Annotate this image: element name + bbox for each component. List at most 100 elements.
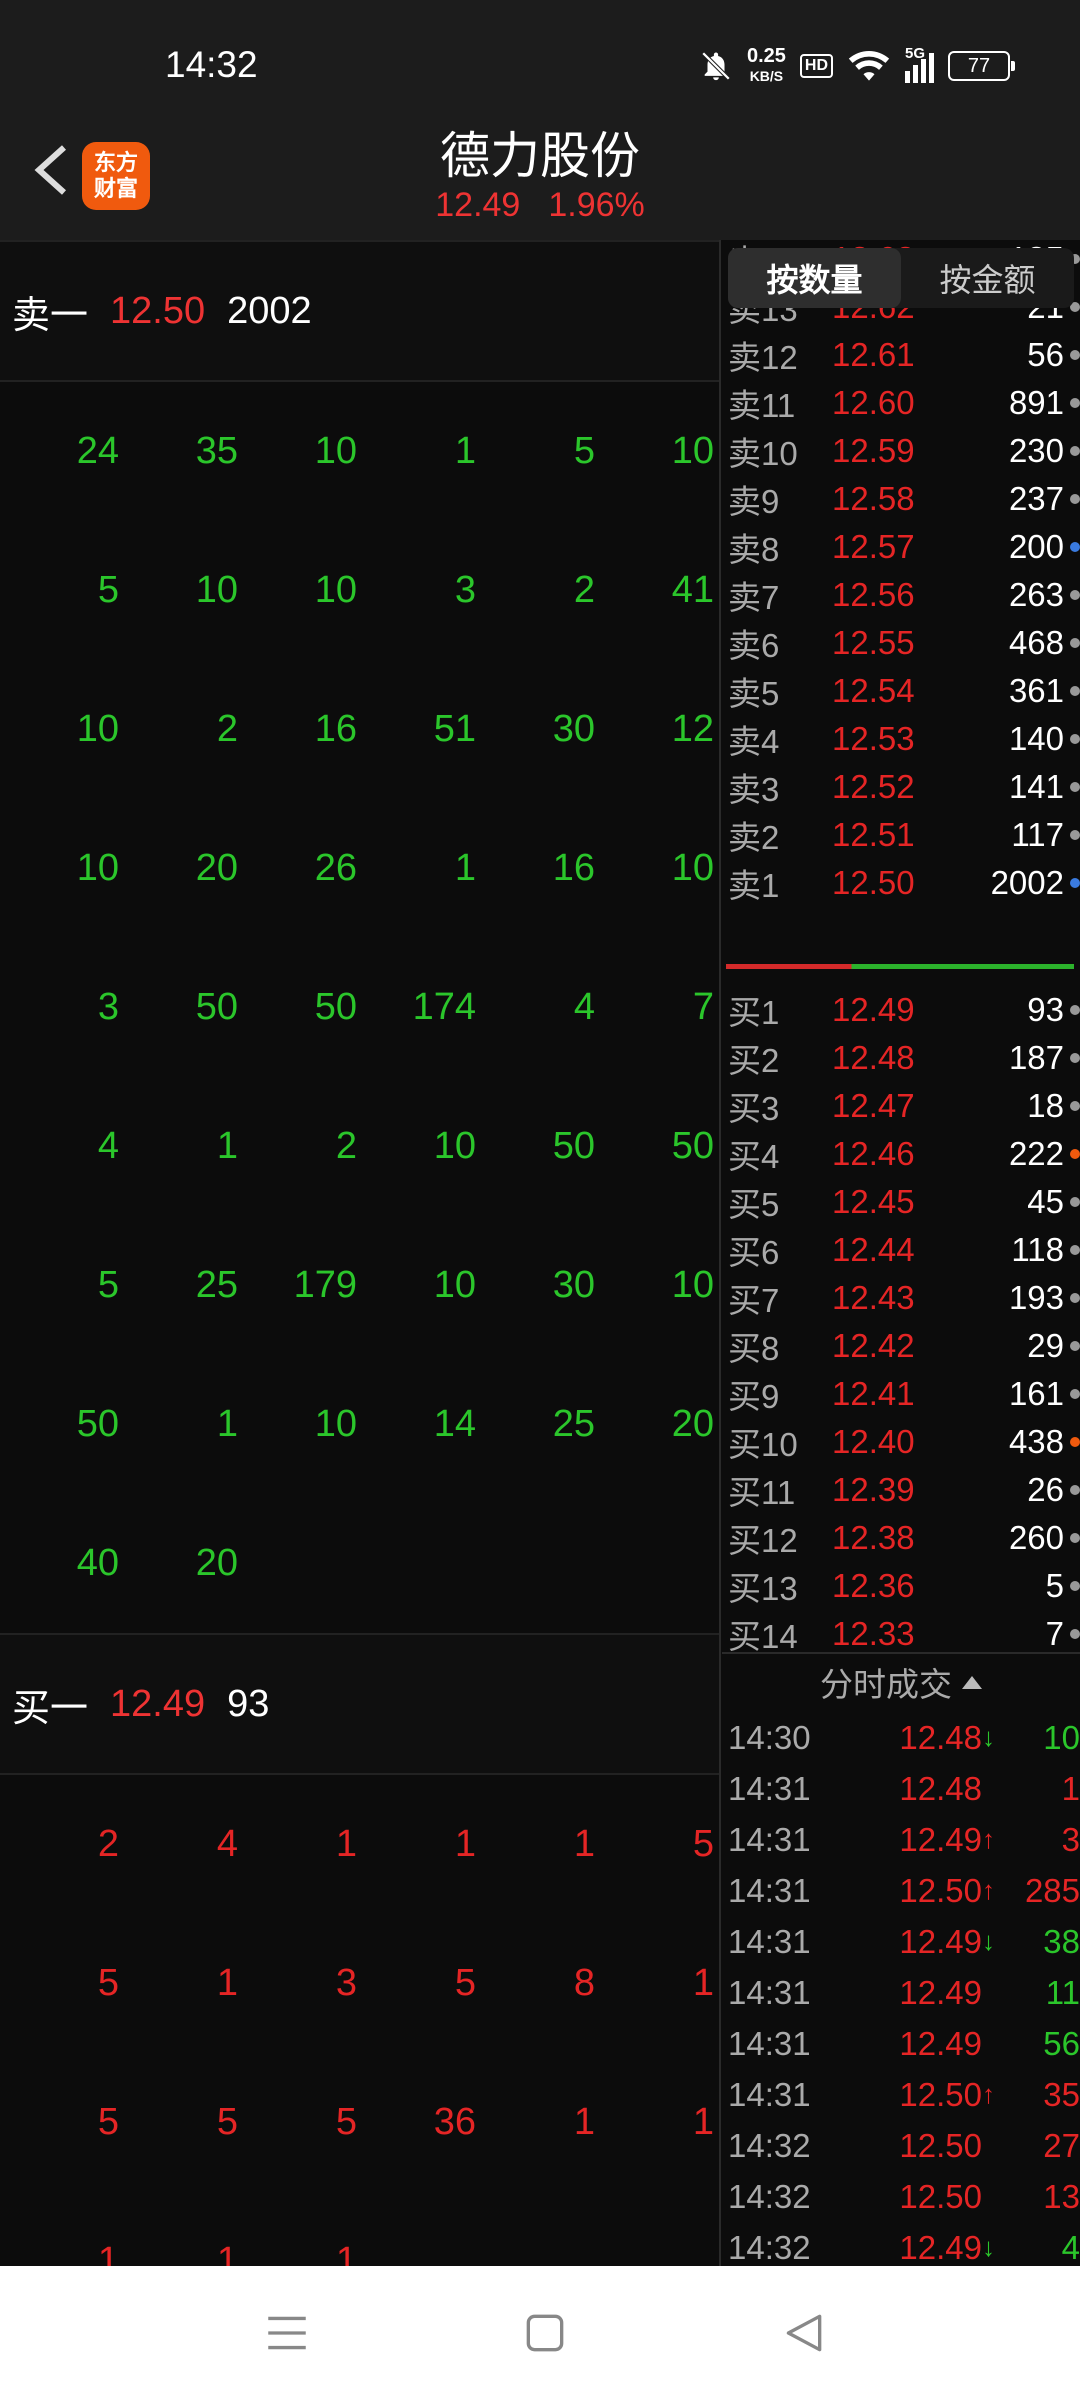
queue-order-volume: 50	[314, 986, 357, 1028]
dot-indicator-icon	[1070, 1533, 1080, 1543]
queue-order-volume: 3	[97, 986, 119, 1028]
trade-price: 12.50	[899, 1871, 982, 1909]
queue-order-volume: 1	[335, 1823, 357, 1865]
book-row[interactable]: 卖6 12.55 468	[722, 619, 1080, 667]
status-bar: 14:32 0.25 KB/S HD 5G 77	[0, 0, 1080, 110]
trade-price: 12.49	[899, 1820, 982, 1858]
book-level-name: 卖1	[728, 867, 780, 904]
book-level-name: 卖11	[728, 387, 796, 424]
trade-direction-icon: ↑	[982, 1824, 995, 1854]
ask-list: 卖1412.63135卖1312.6221卖1212.6156卖1112.608…	[722, 240, 1080, 907]
trade-time: 14:32	[728, 2126, 811, 2164]
trade-time: 14:31	[728, 1922, 811, 1960]
book-row[interactable]: 卖5 12.54 361	[722, 667, 1080, 715]
book-row[interactable]: 买8 12.42 29	[722, 1322, 1080, 1370]
book-row[interactable]: 卖8 12.57 200	[722, 523, 1080, 571]
book-level-name: 卖8	[728, 531, 780, 568]
queue-order-volume: 30	[552, 708, 595, 750]
dot-indicator-icon	[1070, 398, 1080, 408]
book-level-volume: 93	[1027, 991, 1064, 1028]
queue-order-volume: 12	[671, 708, 714, 750]
queue-order-volume: 7	[692, 986, 714, 1028]
book-row[interactable]: 卖9 12.58 237	[722, 475, 1080, 523]
book-level-name: 卖3	[728, 771, 780, 808]
book-row[interactable]: 买4 12.46 222	[722, 1130, 1080, 1178]
queue-order-volume: 10	[671, 430, 714, 472]
book-row[interactable]: 卖3 12.52 141	[722, 763, 1080, 811]
book-row[interactable]: 买14 12.33 7	[722, 1610, 1080, 1658]
book-row[interactable]: 买5 12.45 45	[722, 1178, 1080, 1226]
queue-order-volume: 14	[433, 1403, 476, 1445]
buy-queue-price: 12.49	[110, 1682, 206, 1725]
dot-indicator-icon	[1070, 686, 1080, 696]
book-row[interactable]: 卖10 12.59 230	[722, 427, 1080, 475]
trade-time: 14:30	[728, 1718, 811, 1756]
book-row[interactable]: 卖1 12.50 2002	[722, 859, 1080, 907]
book-row[interactable]: 卖2 12.51 117	[722, 811, 1080, 859]
trade-row: 14:30 12.48 ↓ 10	[722, 1712, 1080, 1763]
queue-order-volume: 30	[552, 1264, 595, 1306]
book-level-name: 卖7	[728, 579, 780, 616]
book-level-price: 12.55	[832, 624, 915, 661]
dot-indicator-icon	[1070, 1437, 1080, 1447]
queue-order-volume: 20	[195, 847, 238, 889]
dot-indicator-icon	[1070, 1197, 1080, 1207]
trade-volume: 27	[1043, 2126, 1080, 2164]
trade-time: 14:31	[728, 1769, 811, 1807]
book-row[interactable]: 买3 12.47 18	[722, 1082, 1080, 1130]
book-level-price: 12.39	[832, 1471, 915, 1508]
dot-indicator-icon	[1070, 638, 1080, 648]
book-row[interactable]: 买12 12.38 260	[722, 1514, 1080, 1562]
buy-queue-orders: 2 4 1 1 1 5 5 1 3 5 8 1 5 5 5 36 1 1 1 1 1	[0, 1775, 719, 2266]
trade-time: 14:32	[728, 2228, 811, 2266]
book-row[interactable]: 买9 12.41 161	[722, 1370, 1080, 1418]
menu-icon[interactable]	[262, 2308, 312, 2358]
book-row[interactable]: 买10 12.40 438	[722, 1418, 1080, 1466]
trade-price: 12.48	[899, 1718, 982, 1756]
book-level-price: 12.36	[832, 1567, 915, 1604]
tab-by-amount[interactable]: 按金额	[901, 248, 1074, 308]
trades-header[interactable]: 分时成交	[722, 1652, 1080, 1710]
buy-queue-header: 买一 12.49 93	[0, 1633, 719, 1775]
buy-queue-volume: 93	[227, 1682, 270, 1725]
book-row[interactable]: 买1 12.49 93	[722, 986, 1080, 1034]
book-row[interactable]: 买11 12.39 26	[722, 1466, 1080, 1514]
network-speed: 0.25 KB/S	[747, 46, 786, 86]
queue-order-volume: 16	[314, 708, 357, 750]
trade-row: 14:31 12.49 56	[722, 2018, 1080, 2069]
queue-order-volume: 20	[671, 1403, 714, 1445]
order-queue-panel[interactable]: 卖一 12.50 2002 24 35 10 1 5 10 5 10 10 3 2 41 10 2 16 51…	[0, 240, 721, 2266]
queue-order-volume: 5	[97, 2101, 119, 2143]
book-level-name: 卖6	[728, 627, 780, 664]
queue-order-volume: 8	[573, 1962, 595, 2004]
book-row[interactable]: 买7 12.43 193	[722, 1274, 1080, 1322]
book-row[interactable]: 买2 12.48 187	[722, 1034, 1080, 1082]
dot-indicator-icon	[1070, 1389, 1080, 1399]
trade-direction-icon: ↓	[982, 1926, 995, 1956]
book-level-price: 12.42	[832, 1327, 915, 1364]
book-row[interactable]: 卖7 12.56 263	[722, 571, 1080, 619]
book-row[interactable]: 买6 12.44 118	[722, 1226, 1080, 1274]
book-row[interactable]: 卖12 12.61 56	[722, 331, 1080, 379]
trade-time: 14:31	[728, 2024, 811, 2062]
trade-row: 14:31 12.49 ↓ 38	[722, 1916, 1080, 1967]
dot-indicator-icon	[1070, 1005, 1080, 1015]
trade-row: 14:31 12.49 ↑ 3	[722, 1814, 1080, 1865]
dot-indicator-icon	[1070, 1629, 1080, 1639]
back-triangle-icon[interactable]	[778, 2308, 828, 2358]
home-square-icon[interactable]	[520, 2308, 570, 2358]
queue-order-volume: 1	[454, 847, 476, 889]
book-row[interactable]: 卖4 12.53 140	[722, 715, 1080, 763]
tab-by-quantity[interactable]: 按数量	[728, 248, 901, 308]
trade-volume: 56	[1043, 2024, 1080, 2062]
book-row[interactable]: 卖11 12.60 891	[722, 379, 1080, 427]
queue-order-volume: 5	[335, 2101, 357, 2143]
book-row[interactable]: 买13 12.36 5	[722, 1562, 1080, 1610]
queue-order-volume: 35	[195, 430, 238, 472]
order-book-panel[interactable]: 卖1412.63135卖1312.6221卖1212.6156卖1112.608…	[722, 240, 1080, 2266]
dot-indicator-icon	[1070, 446, 1080, 456]
queue-order-volume: 4	[97, 1125, 119, 1167]
book-level-volume: 193	[1008, 1279, 1064, 1316]
stock-header: 东方 财富 德力股份 12.49 1.96%	[0, 110, 1080, 240]
queue-order-volume: 10	[671, 1264, 714, 1306]
